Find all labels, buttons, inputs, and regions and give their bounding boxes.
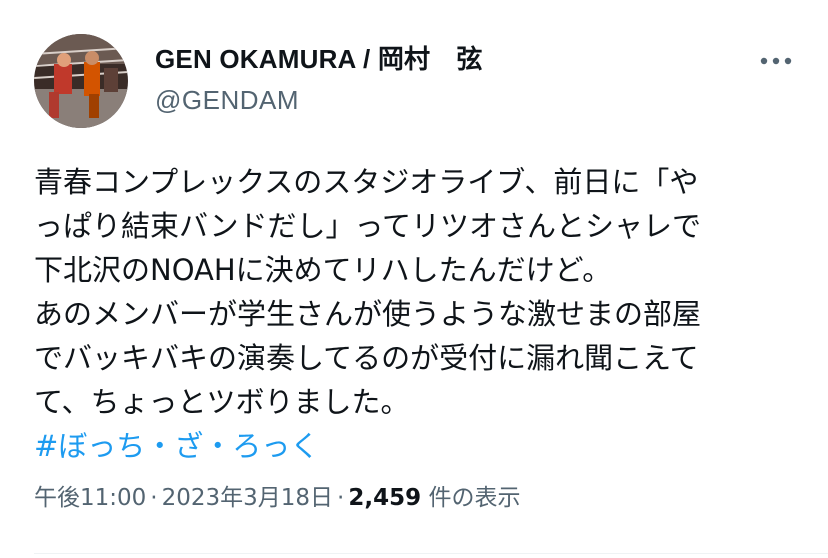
hashtag-line: #ぼっち・ざ・ろっく	[34, 424, 804, 468]
hashtag-link[interactable]: #ぼっち・ざ・ろっく	[34, 429, 319, 463]
meta-separator: ·	[150, 485, 158, 511]
tweet-line: て、ちょっとツボりました。	[34, 385, 410, 419]
views-count: 2,459	[348, 485, 422, 511]
user-handle[interactable]: @GENDAM	[155, 82, 299, 118]
tweet-time[interactable]: 午後11:00	[34, 485, 146, 511]
more-horizontal-icon	[760, 57, 792, 65]
tweet-line: っぱり結束バンドだし」ってリツオさんとシャレで	[34, 209, 702, 243]
more-button[interactable]	[756, 46, 796, 76]
tweet-line: 青春コンプレックスのスタジオライブ、前日に「や	[34, 165, 699, 199]
display-name[interactable]: GEN OKAMURA / 岡村 弦	[155, 41, 483, 77]
tweet-line: あのメンバーが学生さんが使うような激せまの部屋	[34, 297, 702, 331]
meta-separator: ·	[337, 485, 345, 511]
tweet-line: でバッキバキの演奏してるのが受付に漏れ聞こえて	[34, 341, 699, 375]
views-label: 件の表示	[428, 485, 521, 511]
avatar-image	[34, 34, 128, 128]
divider	[34, 553, 828, 554]
tweet-date[interactable]: 2023年3月18日	[162, 485, 333, 511]
tweet-line: 下北沢のNOAHに決めてリハしたんだけど。	[34, 253, 612, 287]
avatar[interactable]	[34, 34, 128, 128]
tweet-text: 青春コンプレックスのスタジオライブ、前日に「や っぱり結束バンドだし」ってリツオ…	[34, 160, 804, 468]
tweet: GEN OKAMURA / 岡村 弦 @GENDAM 青春コンプレックスのスタジ…	[0, 0, 828, 558]
tweet-meta: 午後11:00 · 2023年3月18日 · 2,459 件の表示	[34, 480, 520, 516]
